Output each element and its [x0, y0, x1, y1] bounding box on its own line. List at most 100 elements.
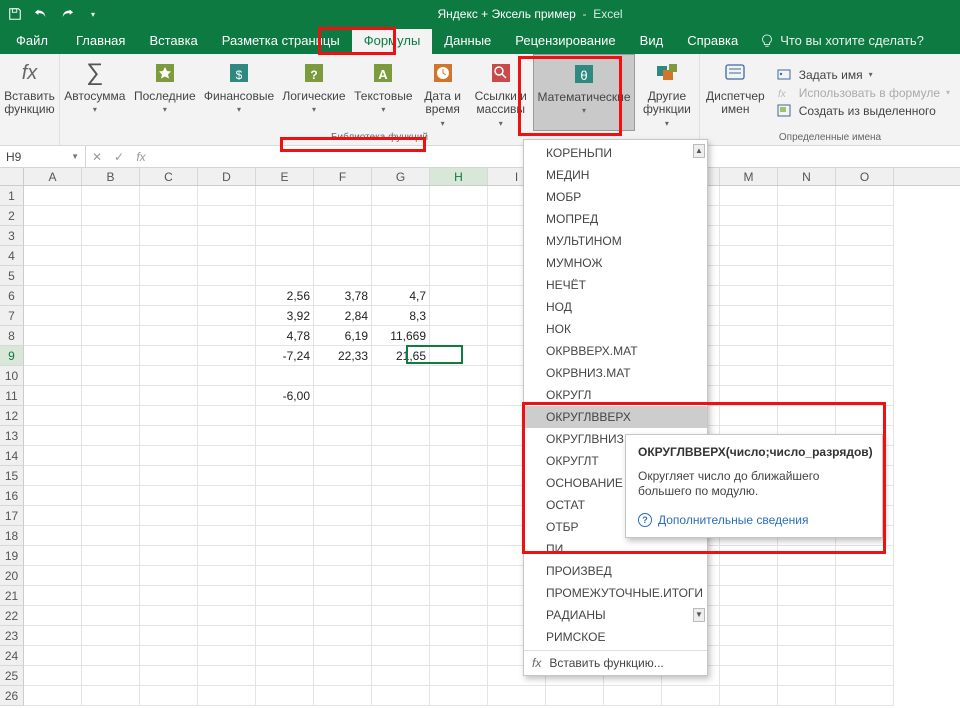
row-header-8[interactable]: 8 [0, 326, 24, 346]
cell-F11[interactable] [314, 386, 372, 406]
cell-C21[interactable] [140, 586, 198, 606]
menu-item-ПРОИЗВЕД[interactable]: ПРОИЗВЕД [524, 560, 707, 582]
cell-M3[interactable] [720, 226, 778, 246]
cell-B16[interactable] [82, 486, 140, 506]
cell-D25[interactable] [198, 666, 256, 686]
cell-D21[interactable] [198, 586, 256, 606]
cell-B21[interactable] [82, 586, 140, 606]
cell-B20[interactable] [82, 566, 140, 586]
cell-A9[interactable] [24, 346, 82, 366]
cell-F25[interactable] [314, 666, 372, 686]
cell-G7[interactable]: 8,3 [372, 306, 430, 326]
insert-function-link[interactable]: fx Вставить функцию... [524, 650, 707, 675]
cell-A12[interactable] [24, 406, 82, 426]
tab-data[interactable]: Данные [432, 29, 503, 54]
cell-G9[interactable]: 21,65 [372, 346, 430, 366]
cell-H23[interactable] [430, 626, 488, 646]
cell-C23[interactable] [140, 626, 198, 646]
cell-F13[interactable] [314, 426, 372, 446]
tooltip-more-link[interactable]: ? Дополнительные сведения [638, 513, 870, 527]
cell-M22[interactable] [720, 606, 778, 626]
cell-M26[interactable] [720, 686, 778, 706]
lookup-button[interactable]: Ссылки имассивы ▾ [468, 54, 533, 131]
cell-A17[interactable] [24, 506, 82, 526]
cell-D13[interactable] [198, 426, 256, 446]
cell-N2[interactable] [778, 206, 836, 226]
cell-D19[interactable] [198, 546, 256, 566]
cell-G11[interactable] [372, 386, 430, 406]
row-header-9[interactable]: 9 [0, 346, 24, 366]
cell-F26[interactable] [314, 686, 372, 706]
menu-item-ОКРВНИЗ.МАТ[interactable]: ОКРВНИЗ.МАТ [524, 362, 707, 384]
cell-O1[interactable] [836, 186, 894, 206]
autosum-button[interactable]: ∑ Автосумма▾ [60, 54, 130, 131]
cell-B12[interactable] [82, 406, 140, 426]
cell-D6[interactable] [198, 286, 256, 306]
cell-G18[interactable] [372, 526, 430, 546]
tab-insert[interactable]: Вставка [137, 29, 209, 54]
cell-M9[interactable] [720, 346, 778, 366]
cell-A8[interactable] [24, 326, 82, 346]
cell-C13[interactable] [140, 426, 198, 446]
cell-F5[interactable] [314, 266, 372, 286]
cell-C6[interactable] [140, 286, 198, 306]
cell-D26[interactable] [198, 686, 256, 706]
cell-A15[interactable] [24, 466, 82, 486]
cell-N20[interactable] [778, 566, 836, 586]
col-header-G[interactable]: G [372, 168, 430, 185]
cell-C11[interactable] [140, 386, 198, 406]
cell-H14[interactable] [430, 446, 488, 466]
cell-G1[interactable] [372, 186, 430, 206]
cell-D2[interactable] [198, 206, 256, 226]
cell-B23[interactable] [82, 626, 140, 646]
menu-item-КОРЕНЬПИ[interactable]: КОРЕНЬПИ [524, 142, 707, 164]
tab-formulas[interactable]: Формулы [352, 29, 433, 54]
tab-file[interactable]: Файл [0, 29, 64, 54]
cell-G24[interactable] [372, 646, 430, 666]
cell-O4[interactable] [836, 246, 894, 266]
column-headers[interactable]: ABCDEFGHIJKLMNO [24, 168, 960, 186]
cell-O9[interactable] [836, 346, 894, 366]
cell-C8[interactable] [140, 326, 198, 346]
cell-N7[interactable] [778, 306, 836, 326]
cell-N9[interactable] [778, 346, 836, 366]
cell-M11[interactable] [720, 386, 778, 406]
cell-A20[interactable] [24, 566, 82, 586]
cell-F14[interactable] [314, 446, 372, 466]
cell-F6[interactable]: 3,78 [314, 286, 372, 306]
use-in-formula-button[interactable]: fxИспользовать в формуле ▾ [777, 86, 950, 100]
cell-M7[interactable] [720, 306, 778, 326]
cell-N25[interactable] [778, 666, 836, 686]
cell-O20[interactable] [836, 566, 894, 586]
cell-H25[interactable] [430, 666, 488, 686]
cell-A4[interactable] [24, 246, 82, 266]
cell-A10[interactable] [24, 366, 82, 386]
cell-H1[interactable] [430, 186, 488, 206]
cell-J26[interactable] [546, 686, 604, 706]
cell-N5[interactable] [778, 266, 836, 286]
cell-N23[interactable] [778, 626, 836, 646]
cell-G8[interactable]: 11,669 [372, 326, 430, 346]
menu-item-НОД[interactable]: НОД [524, 296, 707, 318]
cell-G19[interactable] [372, 546, 430, 566]
row-header-6[interactable]: 6 [0, 286, 24, 306]
cell-G26[interactable] [372, 686, 430, 706]
menu-item-ПИ[interactable]: ПИ [524, 538, 707, 560]
cell-G20[interactable] [372, 566, 430, 586]
cell-F20[interactable] [314, 566, 372, 586]
row-header-11[interactable]: 11 [0, 386, 24, 406]
cell-E11[interactable]: -6,00 [256, 386, 314, 406]
cell-E3[interactable] [256, 226, 314, 246]
cell-H11[interactable] [430, 386, 488, 406]
cell-N8[interactable] [778, 326, 836, 346]
col-header-D[interactable]: D [198, 168, 256, 185]
cell-D17[interactable] [198, 506, 256, 526]
cell-B11[interactable] [82, 386, 140, 406]
cancel-icon[interactable]: ✕ [86, 150, 108, 164]
cell-O26[interactable] [836, 686, 894, 706]
row-header-16[interactable]: 16 [0, 486, 24, 506]
cell-O21[interactable] [836, 586, 894, 606]
cell-H3[interactable] [430, 226, 488, 246]
scroll-down-icon[interactable]: ▼ [693, 608, 705, 622]
cell-C22[interactable] [140, 606, 198, 626]
